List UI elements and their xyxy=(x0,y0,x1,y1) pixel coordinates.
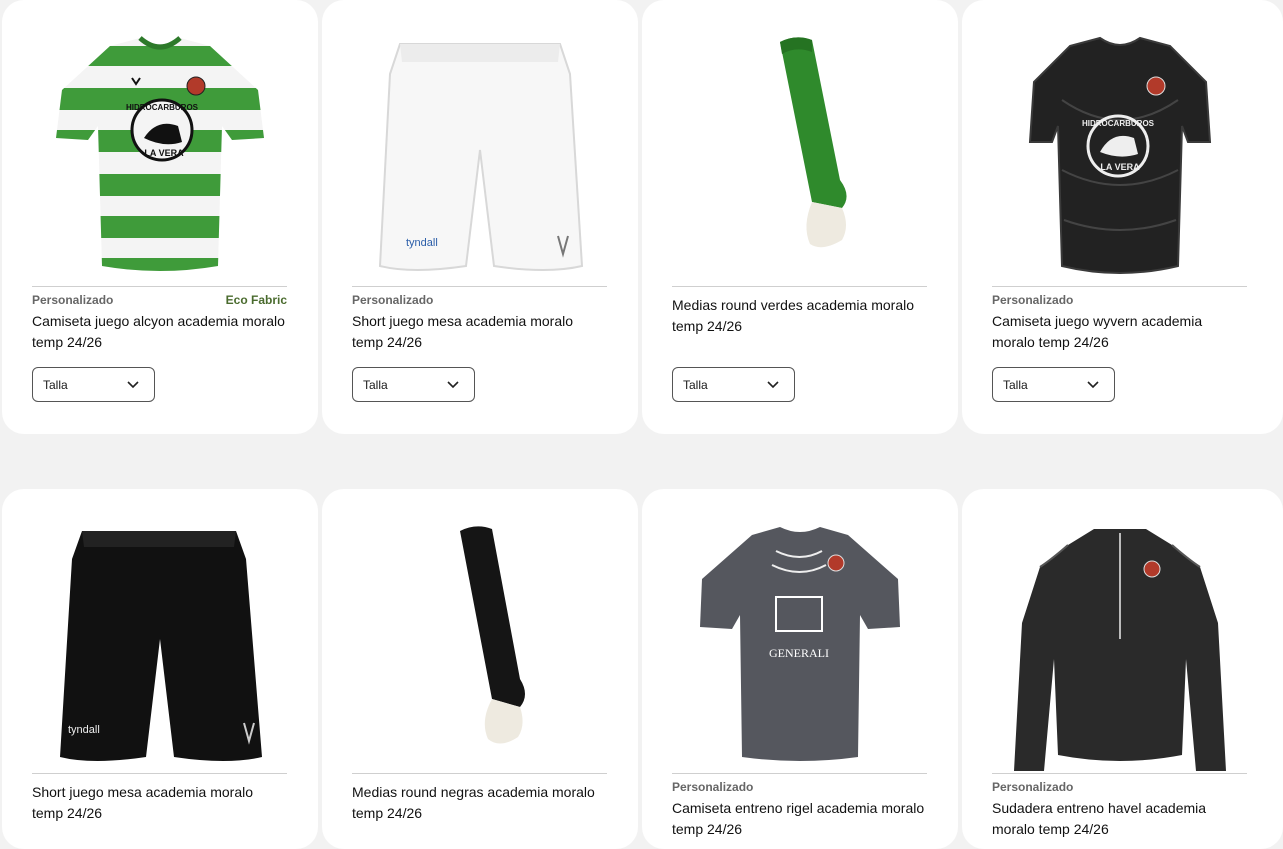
chevron-down-icon xyxy=(1087,380,1099,388)
personalized-tag: Personalizado xyxy=(352,293,434,307)
product-info: Personalizado Camiseta entreno rigel aca… xyxy=(672,773,927,840)
product-info: Personalizado Camiseta juego wyvern acad… xyxy=(992,286,1247,353)
sponsor-arc-text: HIDROCARBUROS xyxy=(1082,119,1155,128)
personalized-tag: Personalizado xyxy=(32,293,114,307)
product-info: Medias round verdes academia moralo temp… xyxy=(672,286,927,337)
product-title[interactable]: Medias round verdes academia moralo temp… xyxy=(672,295,927,337)
product-info: Personalizado Short juego mesa academia … xyxy=(352,286,607,353)
product-card[interactable]: Medias round verdes academia moralo temp… xyxy=(642,0,958,434)
personalized-tag: Personalizado xyxy=(672,780,754,794)
product-card[interactable]: tyndall Personalizado Short juego mesa a… xyxy=(322,0,638,434)
size-select-label: Talla xyxy=(1003,377,1028,392)
product-title[interactable]: Medias round negras academia moralo temp… xyxy=(352,782,607,824)
sponsor-arc-text: HIDROCARBUROS xyxy=(126,103,199,112)
size-select[interactable]: Talla xyxy=(32,367,155,402)
eco-fabric-badge: Eco Fabric xyxy=(225,293,287,307)
product-card[interactable]: HIDROCARBUROS LA VERA Personalizado Eco … xyxy=(2,0,318,434)
size-select-label: Talla xyxy=(683,377,708,392)
product-title[interactable]: Short juego mesa academia moralo temp 24… xyxy=(32,782,287,824)
sponsor-name-text: LA VERA xyxy=(1100,162,1140,172)
product-info: Medias round negras academia moralo temp… xyxy=(352,773,607,824)
sponsor-name-text: LA VERA xyxy=(144,148,184,158)
product-title[interactable]: Camiseta juego alcyon academia moralo te… xyxy=(32,311,287,353)
product-image-green-white-jersey[interactable]: HIDROCARBUROS LA VERA xyxy=(32,30,288,282)
product-title[interactable]: Sudadera entreno havel academia moralo t… xyxy=(992,798,1247,840)
size-select[interactable]: Talla xyxy=(352,367,475,402)
product-title[interactable]: Camiseta entreno rigel academia moralo t… xyxy=(672,798,927,840)
chevron-down-icon xyxy=(127,380,139,388)
size-select-label: Talla xyxy=(43,377,68,392)
product-image-white-shorts[interactable]: tyndall xyxy=(352,30,608,282)
size-select[interactable]: Talla xyxy=(672,367,795,402)
product-image-black-shorts[interactable]: tyndall xyxy=(32,519,288,773)
product-image-grey-training-shirt[interactable]: GENERALI xyxy=(672,519,928,773)
product-card[interactable]: GENERALI Personalizado Camiseta entreno … xyxy=(642,489,958,849)
shorts-brand-text: tyndall xyxy=(406,237,438,249)
product-info: Personalizado Eco Fabric Camiseta juego … xyxy=(32,286,287,353)
product-image-green-socks[interactable] xyxy=(672,30,928,282)
size-select-label: Talla xyxy=(363,377,388,392)
product-image-black-socks[interactable] xyxy=(352,519,608,773)
chevron-down-icon xyxy=(447,380,459,388)
product-image-black-sweatshirt[interactable] xyxy=(992,519,1248,773)
chevron-down-icon xyxy=(767,380,779,388)
product-info: Personalizado Sudadera entreno havel aca… xyxy=(992,773,1247,840)
product-info: Short juego mesa academia moralo temp 24… xyxy=(32,773,287,824)
shorts-brand-text: tyndall xyxy=(68,724,100,736)
product-card[interactable]: HIDROCARBUROS LA VERA Personalizado Cami… xyxy=(962,0,1283,434)
product-title[interactable]: Camiseta juego wyvern academia moralo te… xyxy=(992,311,1247,353)
personalized-tag: Personalizado xyxy=(992,293,1074,307)
product-image-black-jersey[interactable]: HIDROCARBUROS LA VERA xyxy=(992,30,1248,282)
training-sponsor-text: GENERALI xyxy=(769,646,829,660)
product-grid: HIDROCARBUROS LA VERA Personalizado Eco … xyxy=(0,0,1283,849)
size-select[interactable]: Talla xyxy=(992,367,1115,402)
product-card[interactable]: tyndall Short juego mesa academia moralo… xyxy=(2,489,318,849)
product-title[interactable]: Short juego mesa academia moralo temp 24… xyxy=(352,311,607,353)
product-card[interactable]: Medias round negras academia moralo temp… xyxy=(322,489,638,849)
personalized-tag: Personalizado xyxy=(992,780,1074,794)
product-card[interactable]: Personalizado Sudadera entreno havel aca… xyxy=(962,489,1283,849)
